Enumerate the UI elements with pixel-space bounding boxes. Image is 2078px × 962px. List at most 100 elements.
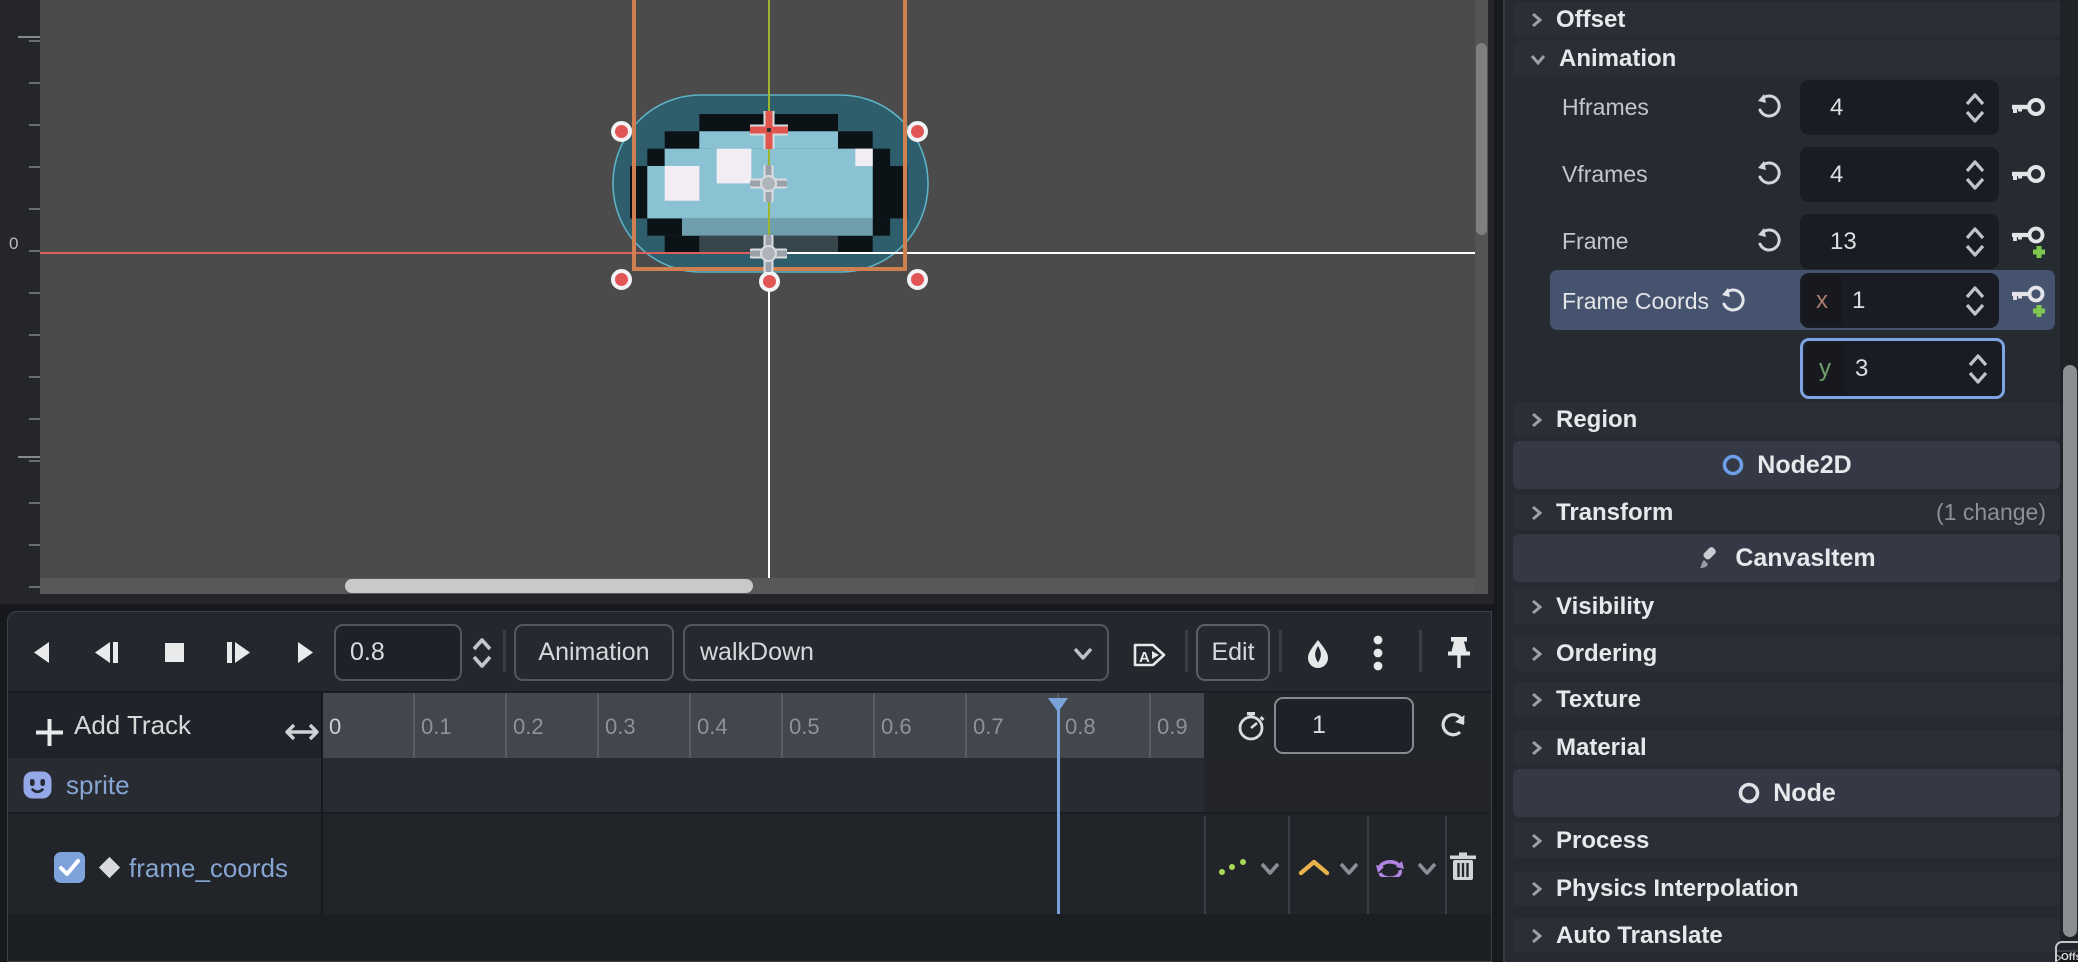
x-chip-label: x: [1816, 287, 1828, 315]
update-mode-discrete-icon[interactable]: [1218, 858, 1248, 876]
frame-field[interactable]: 13: [1800, 214, 1999, 269]
add-track-button[interactable]: Add Track: [74, 710, 191, 741]
section-label: Material: [1556, 734, 1647, 762]
chevron-right-icon: [1529, 644, 1544, 664]
revert-icon[interactable]: [1755, 227, 1783, 255]
section-visibility[interactable]: Visibility: [1513, 589, 2060, 624]
section-animation[interactable]: Animation: [1513, 41, 2060, 76]
frame-coords-x-field[interactable]: x 1: [1800, 273, 1999, 328]
chevron-right-icon: [1529, 690, 1544, 710]
timeline-header: Add Track 0 0.1 0.2 0.3 0.4 0.5 0.6 0.7: [8, 691, 1491, 758]
section-process[interactable]: Process: [1513, 823, 2060, 858]
stop-icon[interactable]: [163, 641, 186, 664]
track-enabled-checkbox[interactable]: [54, 852, 85, 883]
ruler-label: 0.9: [1157, 693, 1188, 760]
spinner-icon[interactable]: [1963, 158, 1987, 192]
inspector-scrollbar-thumb[interactable]: [2063, 365, 2077, 937]
revert-icon[interactable]: [1719, 287, 1747, 315]
add-key-icon[interactable]: [2010, 283, 2048, 321]
autoplay-on-load-icon[interactable]: A: [1132, 641, 1172, 669]
section-region[interactable]: Region: [1513, 402, 2060, 437]
animation-select[interactable]: walkDown: [683, 624, 1109, 681]
section-label: Offset: [1556, 6, 1625, 34]
interpolation-dropdown-icon[interactable]: [1338, 862, 1360, 876]
pivot-crosshair-icon[interactable]: [747, 108, 791, 152]
inspector-scrollbar-track[interactable]: [2060, 0, 2078, 962]
v-scrollbar-track[interactable]: [1475, 0, 1488, 594]
pin-icon[interactable]: [1444, 636, 1474, 672]
h-scrollbar-track[interactable]: [40, 578, 1475, 594]
section-material[interactable]: Material: [1513, 730, 2060, 765]
delete-track-icon[interactable]: [1449, 852, 1477, 882]
hframes-field[interactable]: 4: [1800, 80, 1999, 135]
anchor-gizmo-icon[interactable]: [750, 165, 787, 202]
section-label: Process: [1556, 827, 1649, 855]
kebab-menu-icon[interactable]: [1370, 634, 1386, 674]
playhead-line[interactable]: [1057, 708, 1060, 914]
chevron-down-icon: [1071, 646, 1095, 662]
resize-handle-bottom[interactable]: [759, 271, 780, 292]
animation-player-panel: 0.8 Animation walkDown A: [7, 611, 1492, 962]
class-header-node[interactable]: Node: [1513, 769, 2060, 817]
resize-handle-bottom-right[interactable]: [907, 269, 928, 290]
spinner-icon[interactable]: [1966, 352, 1990, 386]
section-auto-translate[interactable]: Auto Translate: [1513, 918, 2060, 953]
onion-skinning-icon[interactable]: [1302, 638, 1334, 670]
play-icon[interactable]: [292, 639, 319, 666]
ruler-tick-marks: [29, 0, 40, 594]
section-transform[interactable]: Transform (1 change): [1513, 495, 2060, 530]
update-mode-dropdown-icon[interactable]: [1259, 862, 1281, 876]
timeline-ruler[interactable]: 0 0.1 0.2 0.3 0.4 0.5 0.6 0.7 0.8 0.9: [321, 693, 1204, 758]
track-property-name: frame_coords: [129, 853, 288, 884]
key-icon[interactable]: [2010, 161, 2046, 187]
h-scrollbar-thumb[interactable]: [345, 579, 753, 593]
loop-wrap-icon[interactable]: [1374, 857, 1406, 877]
revert-icon[interactable]: [1755, 93, 1783, 121]
edit-button[interactable]: Edit: [1196, 624, 1270, 681]
timeline-zoom-icon[interactable]: [285, 721, 319, 743]
spinner-icon[interactable]: [1963, 284, 1987, 318]
chevron-down-icon: [1529, 50, 1547, 68]
animation-menu-button[interactable]: Animation: [514, 624, 674, 681]
resize-handle-bottom-left[interactable]: [611, 269, 632, 290]
track-row-frame-coords[interactable]: frame_coords: [8, 814, 1491, 914]
section-physics-interpolation[interactable]: Physics Interpolation: [1513, 871, 2060, 906]
track-row-sprite[interactable]: sprite: [8, 758, 1491, 814]
key-icon[interactable]: [2010, 94, 2046, 120]
animation-length-value: 1: [1312, 711, 1326, 740]
frame-coords-y-field[interactable]: y 3: [1800, 338, 2005, 399]
canvas-2d[interactable]: [40, 0, 1475, 594]
column-divider[interactable]: [321, 691, 323, 914]
class-header-canvasitem[interactable]: CanvasItem: [1513, 534, 2060, 582]
class-header-label: CanvasItem: [1735, 544, 1875, 573]
v-scrollbar-thumb[interactable]: [1476, 43, 1487, 235]
chevron-right-icon: [1529, 597, 1544, 617]
play-backwards-from-end-icon[interactable]: [28, 639, 55, 666]
chevron-right-icon: [1529, 831, 1544, 851]
interpolation-icon[interactable]: [1298, 858, 1330, 876]
play-from-start-icon[interactable]: [224, 639, 254, 666]
section-ordering[interactable]: Ordering: [1513, 636, 2060, 671]
play-backwards-icon[interactable]: [91, 639, 121, 666]
y-chip-label: y: [1819, 355, 1831, 383]
chevron-right-icon: [1529, 503, 1544, 523]
animation-length-field[interactable]: 1: [1274, 697, 1414, 754]
section-offset[interactable]: Offset: [1513, 2, 2060, 37]
resize-handle-right[interactable]: [907, 121, 928, 142]
loop-wrap-dropdown-icon[interactable]: [1416, 862, 1438, 876]
cell-separator: [1445, 816, 1447, 914]
origin-gizmo-icon[interactable]: [750, 235, 787, 272]
resize-handle-left[interactable]: [611, 121, 632, 142]
section-texture[interactable]: Texture: [1513, 682, 2060, 717]
ruler-label: 0.2: [513, 693, 544, 760]
spinner-icon[interactable]: [1963, 91, 1987, 125]
add-key-icon[interactable]: [2010, 224, 2048, 262]
playback-time-field[interactable]: 0.8: [334, 624, 462, 681]
vframes-field[interactable]: 4: [1800, 147, 1999, 202]
loop-animation-icon[interactable]: [1438, 710, 1468, 741]
spinner-icon[interactable]: [1963, 225, 1987, 259]
animation-length-icon: [1236, 711, 1266, 742]
class-header-node2d[interactable]: Node2D: [1513, 441, 2060, 489]
revert-icon[interactable]: [1755, 160, 1783, 188]
time-spinner-icon[interactable]: [468, 635, 496, 671]
